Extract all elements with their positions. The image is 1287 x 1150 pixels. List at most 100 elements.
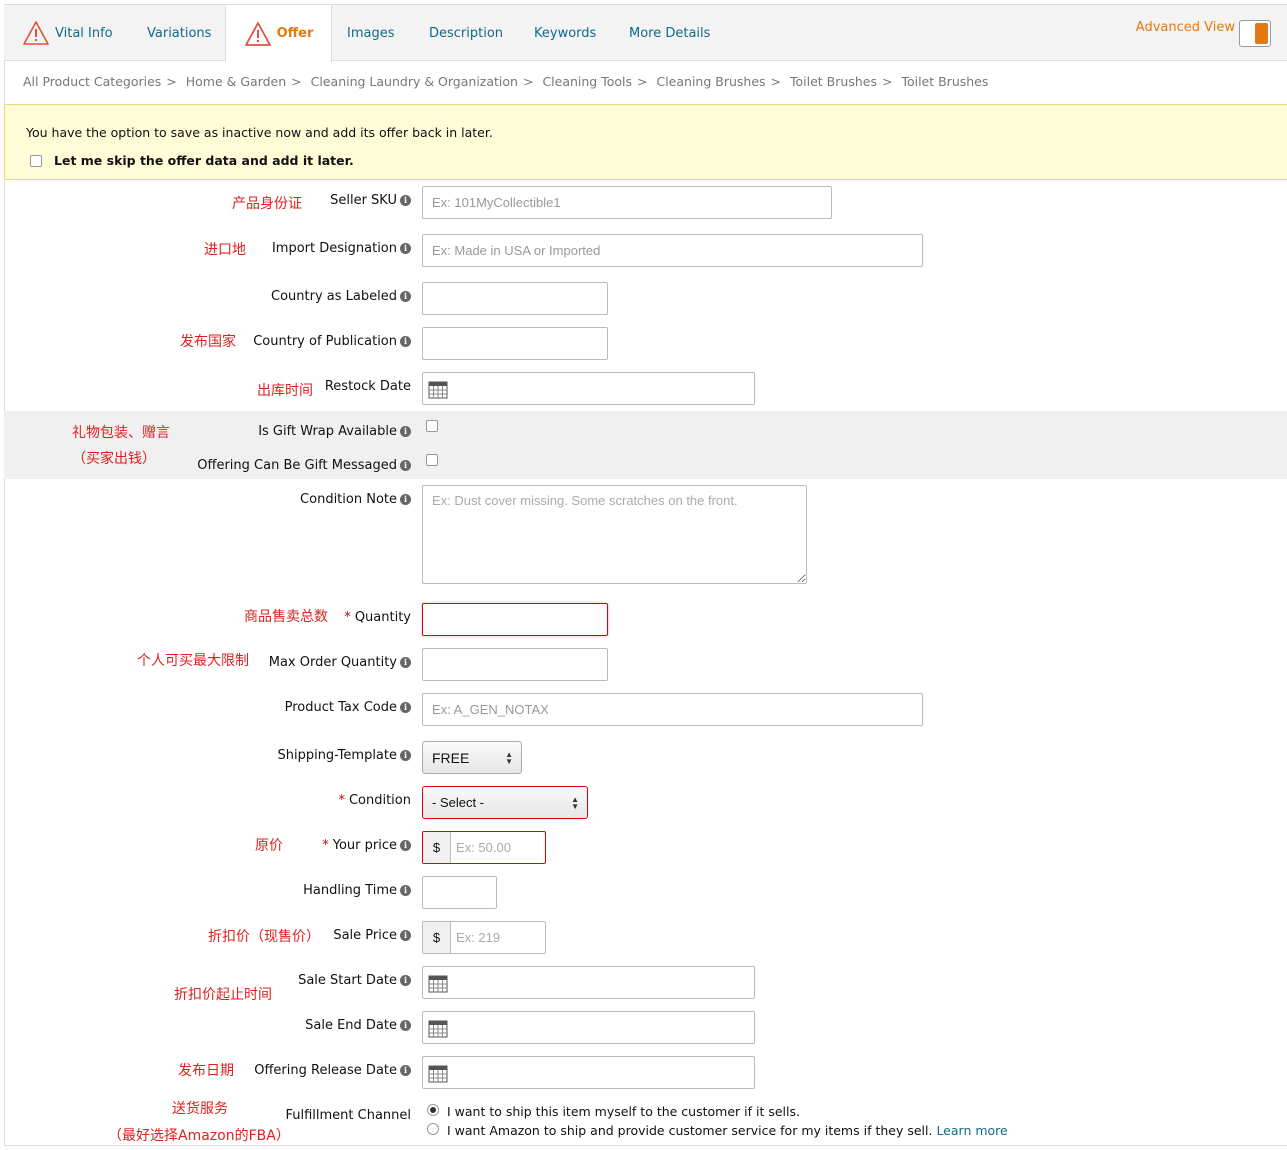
tab-more-details[interactable]: More Details	[629, 5, 710, 61]
breadcrumb-item[interactable]: Cleaning Brushes	[656, 74, 765, 89]
info-icon[interactable]: i	[400, 930, 411, 941]
info-icon[interactable]: i	[400, 195, 411, 206]
condition-note-label: Condition Note i	[300, 492, 411, 507]
ship-myself-radio[interactable]	[427, 1104, 439, 1116]
label-text: Quantity	[354, 610, 411, 625]
label-text: Offering Can Be Gift Messaged	[197, 458, 397, 473]
price-placeholder: Ex: 50.00	[456, 840, 511, 855]
label-text: Product Tax Code	[284, 700, 397, 715]
tab-bar: Vital Info Variations Offer Images Descr…	[4, 4, 1287, 62]
annotation-import: 进口地	[204, 242, 246, 258]
label-text: Sale Price	[333, 928, 397, 943]
quantity-label: * Quantity	[344, 610, 411, 625]
label-text: Seller SKU	[330, 193, 397, 208]
calendar-icon[interactable]	[428, 1018, 448, 1038]
skip-offer-checkbox[interactable]	[30, 154, 42, 167]
info-icon[interactable]: i	[400, 243, 411, 254]
select-value: FREE	[432, 749, 470, 766]
tab-label: Vital Info	[55, 25, 113, 41]
breadcrumb-item[interactable]: Cleaning Tools	[542, 74, 632, 89]
restock-date-input[interactable]	[422, 372, 755, 405]
info-icon[interactable]: i	[400, 494, 411, 505]
tab-keywords[interactable]: Keywords	[534, 5, 596, 61]
calendar-icon[interactable]	[428, 1063, 448, 1083]
sale-start-date-label: Sale Start Date i	[298, 973, 411, 988]
label-text: Handling Time	[303, 883, 397, 898]
handling-time-input[interactable]	[422, 876, 497, 909]
fulfillment-channel-label: Fulfillment Channel	[285, 1108, 411, 1123]
breadcrumb: All Product Categories > Home & Garden > C…	[23, 74, 988, 89]
quantity-input[interactable]	[422, 603, 608, 636]
breadcrumb-item[interactable]: Toilet Brushes	[790, 74, 877, 89]
advanced-view-toggle[interactable]	[1239, 20, 1271, 47]
price-placeholder: Ex: 219	[456, 930, 501, 945]
label-text: Country as Labeled	[271, 289, 397, 304]
info-icon[interactable]: i	[400, 885, 411, 896]
amazon-fulfillment-label[interactable]: I want Amazon to ship and provide custom…	[447, 1123, 932, 1138]
info-icon[interactable]: i	[400, 1020, 411, 1031]
offering-release-date-input[interactable]	[422, 1056, 755, 1089]
annotation-sku: 产品身份证	[232, 196, 302, 212]
gift-message-checkbox[interactable]	[426, 454, 438, 466]
gift-wrap-checkbox[interactable]	[426, 420, 438, 432]
notice-message: You have the option to save as inactive …	[26, 125, 493, 140]
country-labeled-input[interactable]	[422, 282, 608, 315]
info-icon[interactable]: i	[400, 975, 411, 986]
calendar-icon[interactable]	[428, 973, 448, 993]
breadcrumb-separator: >	[770, 74, 782, 89]
skip-offer-option[interactable]: Let me skip the offer data and add it la…	[30, 153, 354, 168]
condition-note-textarea[interactable]	[422, 485, 807, 584]
learn-more-link[interactable]: Learn more	[936, 1123, 1007, 1138]
select-value: - Select -	[432, 795, 485, 810]
product-tax-code-input[interactable]: Ex: A_GEN_NOTAX	[422, 693, 923, 726]
tab-label: More Details	[629, 25, 711, 41]
advanced-view-label: Advanced View	[1135, 20, 1235, 35]
sale-end-date-input[interactable]	[422, 1011, 755, 1044]
handling-time-label: Handling Time i	[303, 883, 411, 898]
info-icon[interactable]: i	[400, 291, 411, 302]
shipping-template-select[interactable]: FREE ▲ ▼	[422, 741, 522, 774]
breadcrumb-item[interactable]: Home & Garden	[186, 74, 286, 89]
seller-sku-input[interactable]: Ex: 101MyCollectible1	[422, 186, 832, 219]
sale-price-input[interactable]: $ Ex: 219	[422, 921, 546, 954]
annotation-gift: 礼物包装、赠言	[72, 425, 170, 441]
tab-images[interactable]: Images	[347, 5, 395, 61]
skip-offer-notice: You have the option to save as inactive …	[4, 104, 1287, 180]
tab-offer[interactable]: Offer	[225, 5, 332, 62]
required-marker: *	[344, 610, 351, 625]
info-icon[interactable]: i	[400, 336, 411, 347]
calendar-icon[interactable]	[428, 379, 448, 399]
skip-offer-label: Let me skip the offer data and add it la…	[54, 153, 354, 168]
import-designation-label: Import Designation i	[272, 241, 411, 256]
warning-icon	[244, 21, 271, 46]
condition-select[interactable]: - Select - ▲ ▼	[422, 786, 588, 819]
your-price-label: * Your price i	[322, 838, 411, 853]
info-icon[interactable]: i	[400, 657, 411, 668]
sale-end-date-label: Sale End Date i	[305, 1018, 411, 1033]
ship-myself-label[interactable]: I want to ship this item myself to the c…	[447, 1104, 800, 1119]
breadcrumb-item[interactable]: Cleaning Laundry & Organization	[311, 74, 518, 89]
amazon-fulfillment-radio[interactable]	[427, 1123, 439, 1135]
breadcrumb-separator: >	[881, 74, 893, 89]
tab-label: Offer	[276, 26, 314, 41]
info-icon[interactable]: i	[400, 840, 411, 851]
info-icon[interactable]: i	[400, 750, 411, 761]
label-text: Import Designation	[271, 241, 397, 256]
info-icon[interactable]: i	[400, 426, 411, 437]
info-icon[interactable]: i	[400, 702, 411, 713]
label-text: Max Order Quantity	[268, 655, 397, 670]
sale-start-date-input[interactable]	[422, 966, 755, 999]
info-icon[interactable]: i	[400, 460, 411, 471]
tab-description[interactable]: Description	[429, 5, 503, 61]
your-price-input[interactable]: $ Ex: 50.00	[422, 831, 546, 864]
tab-vital-info[interactable]: Vital Info	[22, 5, 113, 61]
annotation-gift-note: （买家出钱）	[72, 451, 156, 467]
gift-message-label: Offering Can Be Gift Messaged i	[197, 458, 411, 473]
breadcrumb-item[interactable]: All Product Categories	[23, 74, 161, 89]
tab-variations[interactable]: Variations	[147, 5, 211, 61]
country-publication-input[interactable]	[422, 327, 608, 360]
import-designation-input[interactable]: Ex: Made in USA or Imported	[422, 234, 923, 267]
info-icon[interactable]: i	[400, 1065, 411, 1076]
max-order-quantity-input[interactable]	[422, 648, 608, 681]
label-text: Country of Publication	[253, 334, 397, 349]
